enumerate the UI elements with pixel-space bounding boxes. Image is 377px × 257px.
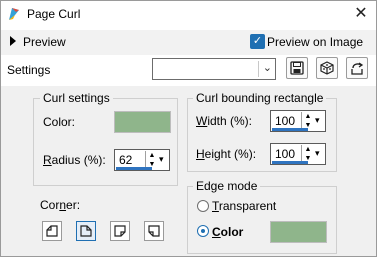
curl-color-swatch[interactable] xyxy=(114,111,171,133)
window-title: Page Curl xyxy=(27,7,81,21)
bounding-rectangle-title: Curl bounding rectangle xyxy=(193,91,327,105)
curl-bottom-left-icon xyxy=(148,225,160,237)
preview-toggle-label[interactable]: Preview xyxy=(23,35,66,49)
width-spinner[interactable]: 100 ▲ ▼ ▾ xyxy=(270,110,326,132)
reset-icon xyxy=(351,62,364,75)
curl-bottom-right-icon xyxy=(114,225,126,237)
settings-preset-combo[interactable]: ⌄ xyxy=(152,58,276,80)
chevron-down-icon[interactable]: ⌄ xyxy=(263,61,272,74)
radius-value: 62 xyxy=(119,153,133,167)
radius-spinner[interactable]: 62 ▲ ▼ ▾ xyxy=(114,149,170,171)
height-slider-fill xyxy=(272,161,308,164)
corner-bottom-left-button[interactable] xyxy=(144,221,164,241)
chevron-down-icon[interactable]: ▾ xyxy=(159,154,164,165)
width-value: 100 xyxy=(275,114,296,128)
color-radio[interactable] xyxy=(197,225,209,237)
height-spinner[interactable]: 100 ▲ ▼ ▾ xyxy=(270,143,326,165)
expand-arrow-icon[interactable] xyxy=(10,36,16,46)
width-slider-fill xyxy=(272,128,308,131)
corner-bottom-right-button[interactable] xyxy=(110,221,130,241)
corner-top-left-button[interactable] xyxy=(42,221,62,241)
curl-top-right-icon xyxy=(80,225,92,237)
save-preset-button[interactable] xyxy=(286,57,308,79)
randomize-button[interactable] xyxy=(316,57,338,79)
settings-label: Settings xyxy=(7,63,51,77)
close-icon[interactable]: ✕ xyxy=(351,4,371,24)
curl-top-left-icon xyxy=(46,225,58,237)
radio-selected-dot xyxy=(201,229,205,233)
checkmark-icon: ✓ xyxy=(252,35,263,47)
edge-mode-title: Edge mode xyxy=(193,179,261,193)
chevron-down-icon[interactable]: ▾ xyxy=(315,148,320,159)
preview-on-image-label[interactable]: Preview on Image xyxy=(267,35,363,49)
edge-mode-group xyxy=(187,186,337,254)
combo-divider xyxy=(258,61,259,77)
radius-label: Radius (%): xyxy=(43,153,106,167)
reset-button[interactable] xyxy=(346,57,368,79)
height-value: 100 xyxy=(275,147,296,161)
app-icon xyxy=(9,8,19,20)
edge-color-label[interactable]: Color xyxy=(212,225,243,239)
width-label: Width (%): xyxy=(196,114,253,128)
save-preset-icon xyxy=(290,61,304,75)
curl-settings-title: Curl settings xyxy=(40,91,113,105)
randomize-icon xyxy=(320,61,334,75)
chevron-down-icon[interactable]: ▾ xyxy=(315,115,320,126)
corner-label: Corner: xyxy=(40,198,81,212)
edge-color-swatch[interactable] xyxy=(270,221,327,243)
curl-color-label: Color: xyxy=(43,115,76,129)
height-label: Height (%): xyxy=(196,147,257,161)
radius-slider-fill xyxy=(116,167,152,170)
transparent-label[interactable]: Transparent xyxy=(212,199,276,213)
corner-top-right-button[interactable] xyxy=(76,221,96,241)
preview-on-image-checkbox[interactable]: ✓ xyxy=(250,34,265,49)
transparent-radio[interactable] xyxy=(197,200,209,212)
